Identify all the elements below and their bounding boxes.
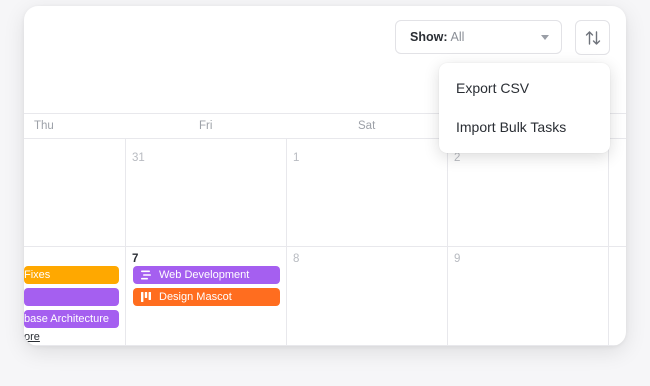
calendar-card: Show: All Thu Fri Sat 31 1 2 7 8 9 Fixes xyxy=(24,6,626,346)
week-divider xyxy=(24,345,626,346)
list-icon xyxy=(140,269,152,281)
weekday-sat: Sat xyxy=(358,120,376,132)
task-chip[interactable]: base Architecture xyxy=(24,310,119,328)
sort-arrows-icon xyxy=(585,30,600,45)
show-filter-label: Show: xyxy=(410,30,448,44)
board-icon xyxy=(140,291,152,303)
task-chip[interactable]: Web Development xyxy=(133,266,280,284)
menu-item-export-csv[interactable]: Export CSV xyxy=(456,80,529,96)
column-divider xyxy=(125,139,126,346)
show-filter-dropdown[interactable]: Show: All xyxy=(395,20,562,54)
date-cell-number: 8 xyxy=(293,253,300,265)
sort-button[interactable] xyxy=(575,20,610,55)
chevron-down-icon xyxy=(541,34,549,40)
column-divider xyxy=(447,139,448,346)
task-title: Design Mascot xyxy=(159,291,232,303)
task-title: Web Development xyxy=(159,269,250,281)
week-divider xyxy=(24,246,626,247)
sort-options-menu: Export CSV Import Bulk Tasks xyxy=(439,63,610,153)
task-title: base Architecture xyxy=(24,313,109,325)
task-chip[interactable] xyxy=(24,288,119,306)
task-chip[interactable]: Design Mascot xyxy=(133,288,280,306)
weekday-fri: Fri xyxy=(199,120,213,132)
date-cell-number: 9 xyxy=(454,253,461,265)
menu-item-import-bulk-tasks[interactable]: Import Bulk Tasks xyxy=(456,119,566,135)
date-cell-number: 7 xyxy=(132,253,139,265)
task-chip[interactable]: Fixes xyxy=(24,266,119,284)
weekday-thu: Thu xyxy=(34,120,54,132)
column-divider xyxy=(286,139,287,346)
date-cell-number: 1 xyxy=(293,152,300,164)
more-tasks-link[interactable]: ore xyxy=(24,331,40,343)
date-cell-number: 31 xyxy=(132,152,145,164)
date-cell-number: 2 xyxy=(454,152,461,164)
column-divider xyxy=(608,139,609,346)
show-filter-value: All xyxy=(450,30,465,44)
task-title: Fixes xyxy=(24,269,51,281)
